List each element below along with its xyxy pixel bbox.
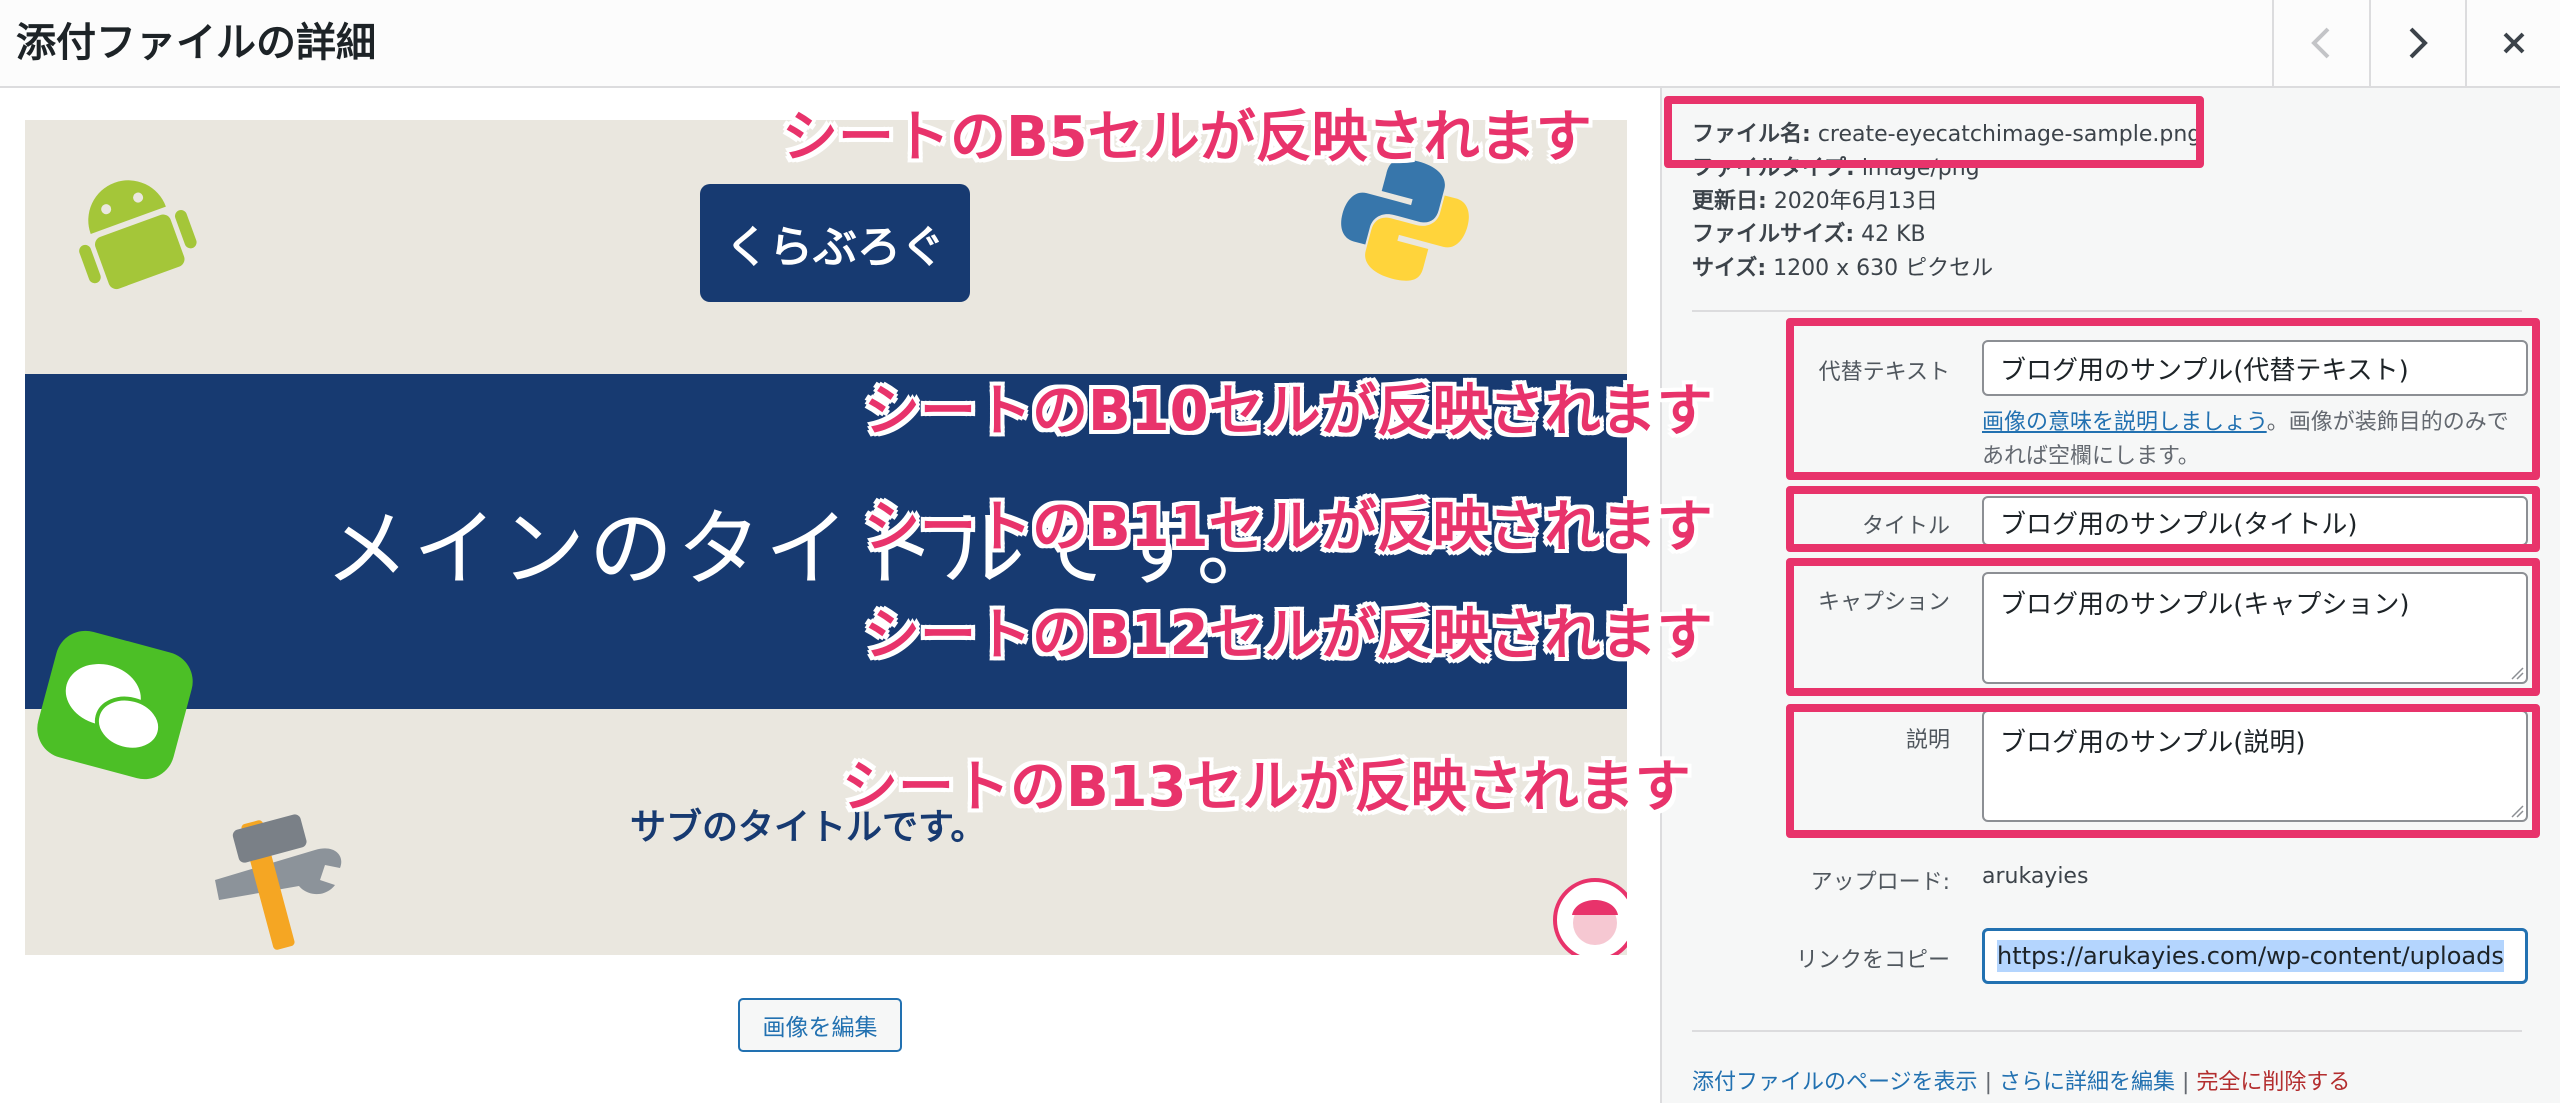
copy-link-input[interactable]: https://arukayies.com/wp-content/uploads [1982,928,2528,984]
attachment-actions: 添付ファイルのページを表示 | さらに詳細を編集 | 完全に削除する [1692,1070,2351,1095]
annotation-text-b10: シートのB10セルが反映されます [864,379,1713,444]
uploader-label: アップロード: [1810,870,1950,895]
next-button[interactable] [2369,0,2464,86]
blog-logo-text: くらぶろぐ [725,222,945,273]
close-icon [2503,32,2524,54]
android-icon [79,180,197,290]
annotation-text-b12: シートのB12セルが反映されます [864,603,1713,668]
annotation-text-b11: シートのB11セルが反映されます [864,495,1713,560]
modal-title: 添付ファイルの詳細 [16,20,376,66]
uploader-value: arukayies [1982,864,2089,889]
annotation-box-b10 [1786,318,2540,480]
divider [1692,310,2522,312]
chevron-left-icon [2310,27,2329,59]
blog-logo: くらぶろぐ [700,184,970,302]
annotation-text-b5: シートのB5セルが反映されます [782,105,1592,170]
tools-icon [215,814,342,950]
updated-info: 更新日: 2020年6月13日 [1692,189,1938,214]
annotation-box-b5 [1664,96,2204,168]
copy-link-label: リンクをコピー [1795,948,1950,973]
previous-button[interactable] [2272,0,2367,86]
modal-header: 添付ファイルの詳細 [0,0,2560,88]
divider [1692,1030,2522,1032]
delete-permanently-link[interactable]: 完全に削除する [2196,1070,2350,1095]
copy-link-url: https://arukayies.com/wp-content/uploads [1997,940,2504,972]
edit-image-button[interactable]: 画像を編集 [738,998,902,1052]
edit-more-details-link[interactable]: さらに詳細を編集 [1999,1070,2175,1095]
filesize-info: ファイルサイズ: 42 KB [1692,222,1926,247]
annotation-box-b13 [1786,704,2540,838]
annotation-text-b13: シートのB13セルが反映されます [842,755,1691,820]
dimensions-info: サイズ: 1200 x 630 ピクセル [1692,256,1994,281]
view-attachment-page-link[interactable]: 添付ファイルのページを表示 [1692,1070,1978,1095]
annotation-box-b11 [1786,486,2540,552]
chat-app-icon [37,630,193,780]
annotation-box-b12 [1786,558,2540,696]
close-button[interactable] [2465,0,2560,86]
avatar-icon [1553,878,1627,955]
chevron-right-icon [2409,27,2428,59]
